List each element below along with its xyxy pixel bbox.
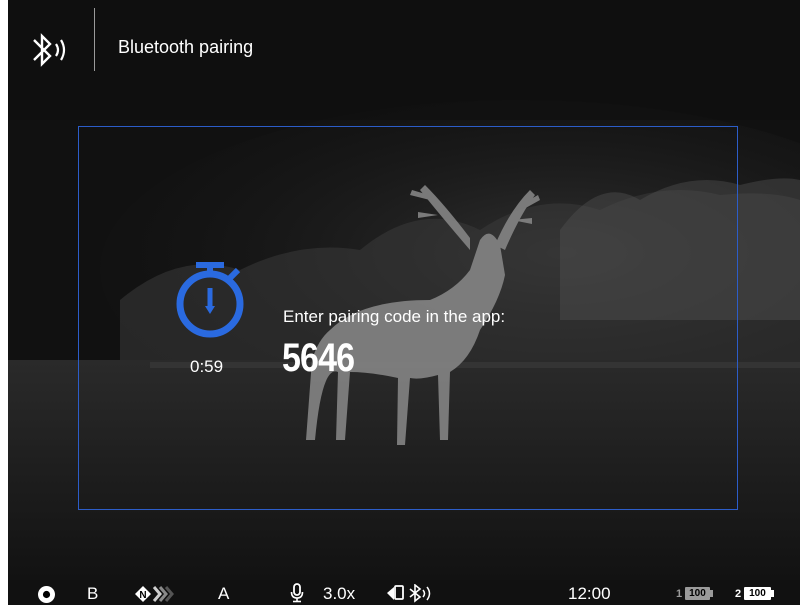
- pairing-countdown: 0:59: [190, 357, 224, 376]
- zoom-level: 3.0x: [323, 584, 356, 603]
- battery-1-terminal: [709, 590, 713, 597]
- battery-2-terminal: [770, 590, 774, 597]
- battery-2: 2 100: [735, 587, 774, 600]
- battery-2-level: 100: [744, 587, 771, 600]
- battery-1-index: 1: [676, 587, 683, 600]
- stopwatch-icon: [176, 262, 244, 338]
- pairing-prompt: Enter pairing code in the app:: [283, 307, 506, 326]
- mode-b-indicator: B: [87, 584, 99, 603]
- record-icon: [38, 586, 55, 603]
- page-title: Bluetooth pairing: [118, 37, 254, 57]
- battery-1-level: 100: [685, 587, 710, 600]
- microphone-icon: [290, 583, 304, 603]
- clock: 12:00: [568, 584, 611, 603]
- svg-text:N: N: [139, 590, 146, 601]
- header-divider: [94, 8, 95, 71]
- battery-1: 1 100: [676, 587, 713, 600]
- nav-n-chevrons-icon: N: [135, 586, 174, 602]
- device-wifi-bluetooth-icon: [387, 584, 431, 603]
- bluetooth-wireless-icon: [33, 33, 66, 67]
- mode-a-indicator: A: [218, 584, 230, 603]
- battery-2-index: 2: [735, 587, 742, 600]
- pairing-code: 5646: [282, 336, 355, 380]
